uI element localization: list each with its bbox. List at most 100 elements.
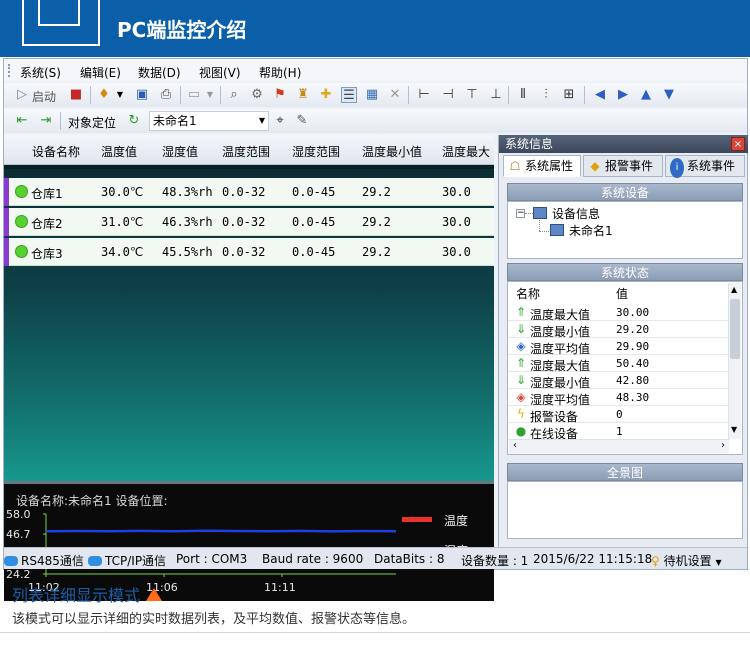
status-value: 29.90: [616, 340, 650, 353]
toolbar-separator: [408, 86, 409, 104]
table-row[interactable]: 仓库1 30.0℃ 48.3%rh 0.0-32 0.0-45 29.2 30.…: [4, 178, 494, 206]
tab-system-properties[interactable]: ☖ 系统属性: [503, 155, 581, 177]
menu-edit[interactable]: 编辑(E): [80, 64, 121, 81]
column-temp-max[interactable]: 温度最大: [442, 143, 490, 160]
group-icon[interactable]: ⊞: [561, 87, 577, 103]
last-icon[interactable]: ⇥: [38, 113, 54, 129]
menu-data[interactable]: 数据(D): [138, 64, 181, 81]
cell-hum-range: 0.0-45: [292, 245, 336, 259]
status-vertical-scrollbar[interactable]: ▲ ▼: [728, 283, 741, 439]
scroll-up-icon[interactable]: ▲: [731, 285, 737, 294]
list-view-icon[interactable]: ☰: [341, 87, 357, 103]
status-row: ◈ 湿度平均值 48.30: [508, 389, 730, 407]
cell-temp-max: 30.0: [442, 245, 471, 259]
tcpip-label: TCP/IP通信: [105, 554, 167, 568]
panorama-view[interactable]: [507, 481, 743, 539]
menu-view[interactable]: 视图(V): [199, 64, 241, 81]
add-device-icon[interactable]: ✚: [318, 87, 334, 103]
column-temp-min[interactable]: 温度最小值: [362, 143, 422, 160]
row-marker: [4, 208, 9, 236]
cell-temp-max: 30.0: [442, 185, 471, 199]
table-row[interactable]: 仓库2 31.0℃ 46.3%rh 0.0-32 0.0-45 29.2 30.…: [4, 208, 494, 236]
column-device-name[interactable]: 设备名称: [32, 143, 80, 160]
alarm-bell-icon[interactable]: ♦: [96, 87, 112, 103]
object-select[interactable]: 未命名1 ▼: [149, 111, 269, 131]
flag-icon[interactable]: ⚑: [272, 87, 288, 103]
align-bottom-icon[interactable]: ⊥: [488, 87, 504, 103]
refresh-icon[interactable]: ↻: [126, 113, 142, 129]
cell-hum-range: 0.0-45: [292, 185, 336, 199]
main-toolbar: ▷ 启动 ■ ♦ ▼ ▣ ⎙ ▭ ▼ ⌕ ⚙ ⚑ ♜ ✚ ☰ ▦ ✕ ⊢ ⊣ ⊤…: [4, 83, 747, 107]
toolbar-separator: [90, 86, 91, 104]
status-row: ◈ 温度平均值 29.90: [508, 338, 730, 356]
port-status: Port : COM3: [176, 552, 248, 566]
footer-description: 该模式可以显示详细的实时数据列表，及平均数值、报警状态等信息。: [12, 612, 416, 627]
document-icon[interactable]: ▭: [186, 87, 202, 103]
panel-title: 系统信息 ×: [499, 135, 748, 153]
cell-temperature: 30.0℃: [101, 185, 144, 199]
image-view-icon[interactable]: ▦: [364, 87, 380, 103]
arrow-left-icon[interactable]: ◀: [592, 87, 608, 103]
tree-connector: [525, 213, 533, 214]
close-icon[interactable]: ×: [731, 137, 745, 151]
distribute-vertical-icon[interactable]: ⫶: [538, 87, 554, 103]
standby-setting[interactable]: ♀ 待机设置 ▼: [651, 552, 722, 569]
print-icon[interactable]: ⎙: [158, 87, 174, 103]
menu-system[interactable]: 系统(S): [20, 64, 61, 81]
cell-humidity: 46.3%rh: [162, 215, 213, 229]
arrow-up-icon[interactable]: ▲: [638, 87, 654, 103]
menu-help[interactable]: 帮助(H): [259, 64, 301, 81]
diamond-arrows-icon: ◈: [516, 339, 526, 353]
status-value: 0: [616, 408, 623, 421]
scroll-left-icon[interactable]: ‹: [513, 440, 517, 451]
align-right-icon[interactable]: ⊣: [440, 87, 456, 103]
warning-icon: ◆: [590, 159, 600, 173]
device-group-icon: [533, 207, 547, 219]
tree-root-label[interactable]: 设备信息: [552, 205, 600, 222]
distribute-horizontal-icon[interactable]: ⫴: [515, 87, 531, 103]
gear-icon[interactable]: ⚙: [249, 87, 265, 103]
tcpip-status: TCP/IP通信: [88, 552, 166, 569]
tree-connector: [539, 231, 549, 232]
table-row[interactable]: 仓库3 34.0℃ 45.5%rh 0.0-32 0.0-45 29.2 30.…: [4, 238, 494, 266]
align-left-icon[interactable]: ⊢: [416, 87, 432, 103]
status-row: ⇓ 湿度最小值 42.80: [508, 372, 730, 390]
toolbar-separator: [220, 86, 221, 104]
align-top-icon[interactable]: ⊤: [464, 87, 480, 103]
search-icon[interactable]: ⌕: [226, 87, 242, 103]
tree-child-label[interactable]: 未命名1: [569, 222, 613, 239]
binoculars-icon[interactable]: ⌖: [272, 113, 288, 129]
scroll-right-icon[interactable]: ›: [721, 440, 725, 451]
chevron-down-icon[interactable]: ▼: [202, 87, 218, 103]
collapse-icon[interactable]: −: [516, 209, 525, 218]
arrow-down-icon[interactable]: ▼: [661, 87, 677, 103]
chevron-down-icon[interactable]: ▼: [112, 87, 128, 103]
start-button[interactable]: 启动: [32, 88, 56, 105]
status-value: 1: [616, 425, 623, 438]
sensor-icon[interactable]: ♜: [295, 87, 311, 103]
scroll-thumb[interactable]: [730, 299, 740, 359]
toolbar-separator: [60, 112, 61, 130]
tab-alarm-events[interactable]: ◆ 报警事件: [583, 155, 663, 177]
status-online-icon: [15, 185, 28, 198]
scroll-down-icon[interactable]: ▼: [731, 425, 737, 434]
status-bar: RS485通信 TCP/IP通信 Port : COM3 Baud rate :…: [4, 547, 747, 569]
first-icon[interactable]: ⇤: [14, 113, 30, 129]
column-humidity[interactable]: 湿度值: [162, 143, 198, 160]
play-icon[interactable]: ▷: [14, 87, 30, 103]
device-icon: [550, 224, 564, 236]
menu-bar: 系统(S) 编辑(E) 数据(D) 视图(V) 帮助(H): [4, 59, 747, 81]
panel-title-text: 系统信息: [505, 137, 554, 151]
status-value: 29.20: [616, 323, 650, 336]
close-icon[interactable]: ✕: [387, 87, 403, 103]
column-hum-range[interactable]: 湿度范围: [292, 143, 340, 160]
column-temperature[interactable]: 温度值: [101, 143, 137, 160]
save-icon[interactable]: ▣: [134, 87, 150, 103]
stop-icon[interactable]: ■: [68, 87, 84, 103]
tab-system-events[interactable]: i 系统事件: [665, 155, 745, 178]
arrow-right-icon[interactable]: ▶: [615, 87, 631, 103]
status-row: ϟ 报警设备 0: [508, 406, 730, 424]
status-horizontal-scrollbar[interactable]: ‹ ›: [509, 439, 729, 453]
column-temp-range[interactable]: 温度范围: [222, 143, 270, 160]
edit-icon[interactable]: ✎: [294, 113, 310, 129]
